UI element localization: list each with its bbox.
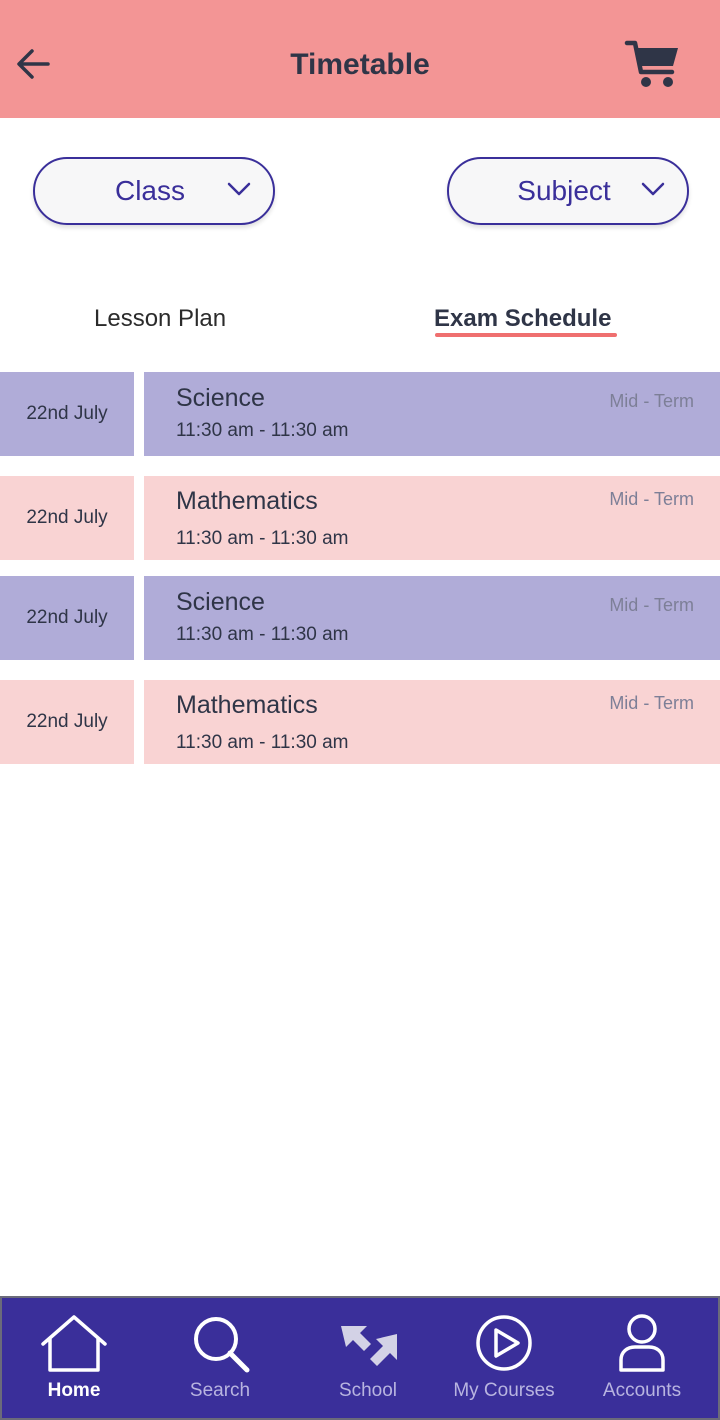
schedule-date: 22nd July — [0, 680, 134, 764]
schedule-date: 22nd July — [0, 372, 134, 456]
schedule-time: 11:30 am - 11:30 am — [176, 420, 349, 441]
search-icon — [194, 1317, 250, 1373]
nav-item-my-courses[interactable]: My Courses — [434, 1298, 574, 1418]
schedule-date: 22nd July — [0, 476, 134, 560]
schedule-row[interactable]: 22nd July Mathematics 11:30 am - 11:30 a… — [0, 476, 720, 560]
nav-item-accounts[interactable]: Accounts — [572, 1298, 712, 1418]
subject-dropdown[interactable]: Subject — [447, 157, 689, 225]
tab-lesson-plan[interactable]: Lesson Plan — [94, 300, 226, 338]
schedule-info: Science 11:30 am - 11:30 am Mid - Term — [144, 372, 720, 456]
schedule-time: 11:30 am - 11:30 am — [176, 528, 349, 549]
page-title: Timetable — [290, 48, 430, 81]
nav-label-school: School — [338, 1380, 398, 1401]
nav-label-search: Search — [189, 1380, 251, 1401]
chevron-down-icon — [641, 182, 665, 196]
nav-label-home: Home — [47, 1380, 101, 1401]
schedule-info: Mathematics 11:30 am - 11:30 am Mid - Te… — [144, 476, 720, 560]
cart-button[interactable] — [624, 38, 682, 90]
nav-label-my-courses: My Courses — [453, 1380, 555, 1401]
nav-label-accounts: Accounts — [602, 1380, 682, 1401]
schedule-subject: Science — [176, 588, 265, 616]
schedule-term: Mid - Term — [609, 595, 694, 615]
schedule-info: Science 11:30 am - 11:30 am Mid - Term — [144, 576, 720, 660]
schedule-date: 22nd July — [0, 576, 134, 660]
nav-item-search[interactable]: Search — [150, 1298, 290, 1418]
app-header: Timetable — [0, 0, 720, 118]
schedule-term: Mid - Term — [609, 693, 694, 713]
cart-icon — [624, 40, 678, 87]
school-icon — [341, 1326, 397, 1366]
nav-item-home[interactable]: Home — [4, 1298, 144, 1418]
schedule-time: 11:30 am - 11:30 am — [176, 732, 349, 753]
play-circle-icon — [476, 1315, 532, 1371]
bottom-nav: Home Search School My Courses Accounts — [0, 1296, 720, 1420]
schedule-time: 11:30 am - 11:30 am — [176, 624, 349, 645]
class-dropdown[interactable]: Class — [33, 157, 275, 225]
chevron-down-icon — [227, 182, 251, 196]
schedule-subject: Mathematics — [176, 691, 318, 719]
nav-item-school[interactable]: School — [298, 1298, 438, 1418]
home-icon — [41, 1315, 107, 1372]
schedule-term: Mid - Term — [609, 489, 694, 509]
schedule-subject: Mathematics — [176, 487, 318, 515]
user-icon — [619, 1314, 665, 1372]
schedule-term: Mid - Term — [609, 391, 694, 411]
schedule-row[interactable]: 22nd July Science 11:30 am - 11:30 am Mi… — [0, 372, 720, 456]
class-dropdown-label: Class — [114, 175, 185, 206]
schedule-subject: Science — [176, 384, 265, 412]
schedule-row[interactable]: 22nd July Mathematics 11:30 am - 11:30 a… — [0, 680, 720, 764]
schedule-row[interactable]: 22nd July Science 11:30 am - 11:30 am Mi… — [0, 576, 720, 660]
schedule-info: Mathematics 11:30 am - 11:30 am Mid - Te… — [144, 680, 720, 764]
active-tab-indicator — [435, 333, 617, 337]
subject-dropdown-label: Subject — [517, 175, 611, 206]
